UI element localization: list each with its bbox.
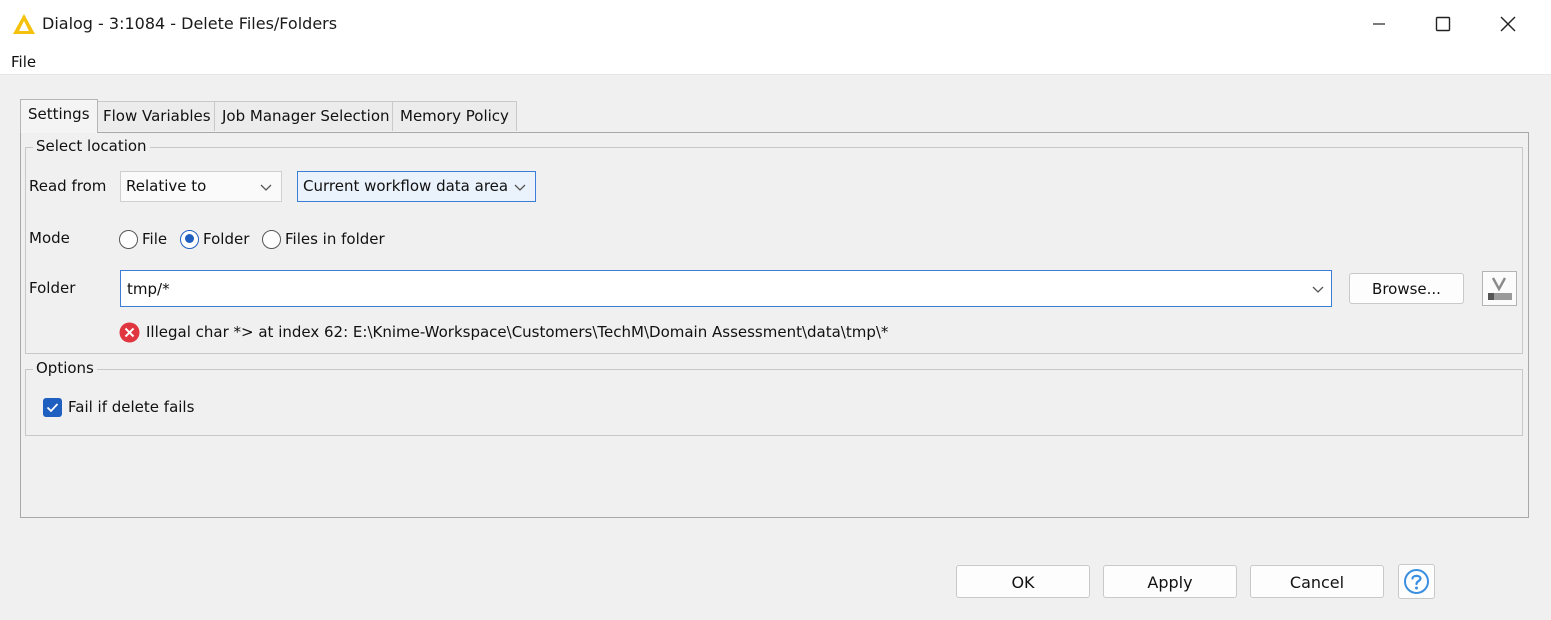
tab-settings[interactable]: Settings <box>20 99 98 133</box>
browse-button[interactable]: Browse... <box>1349 273 1464 304</box>
minimize-button[interactable] <box>1351 0 1407 48</box>
mode-radio-files-in-folder-label: Files in folder <box>285 230 385 248</box>
tab-memory-policy[interactable]: Memory Policy <box>392 101 517 131</box>
flow-variable-icon <box>1488 277 1512 300</box>
window-title: Dialog - 3:1084 - Delete Files/Folders <box>42 14 338 33</box>
read-from-select[interactable]: Relative to <box>120 171 282 202</box>
knime-warning-triangle-icon <box>13 14 35 34</box>
tab-job-manager-selection[interactable]: Job Manager Selection <box>214 101 398 131</box>
flow-variable-button[interactable] <box>1482 271 1517 306</box>
read-from-value: Relative to <box>126 177 207 195</box>
error-message: Illegal char *> at index 62: E:\Knime-Wo… <box>146 323 889 341</box>
relative-target-value: Current workflow data area <box>303 177 509 195</box>
title-bar[interactable]: Dialog - 3:1084 - Delete Files/Folders <box>0 0 1551 48</box>
chevron-down-icon <box>514 184 526 191</box>
minimize-icon <box>1373 23 1385 25</box>
question-mark-icon <box>1404 569 1429 594</box>
mode-radio-file[interactable]: File <box>119 229 167 249</box>
menu-file[interactable]: File <box>11 53 36 71</box>
radio-circle <box>262 229 281 249</box>
chevron-down-icon[interactable] <box>1312 284 1324 294</box>
close-button[interactable] <box>1480 0 1536 48</box>
checkmark-icon <box>46 403 59 413</box>
folder-path-combo[interactable] <box>120 270 1332 307</box>
mode-radio-file-label: File <box>142 230 168 248</box>
options-group: Options <box>25 358 1523 436</box>
menu-bar: File <box>0 48 1551 75</box>
select-location-title: Select location <box>33 136 150 156</box>
apply-button[interactable]: Apply <box>1103 565 1237 598</box>
folder-path-input[interactable] <box>121 271 1301 306</box>
tab-flow-variables[interactable]: Flow Variables <box>95 101 219 131</box>
fail-if-delete-fails-checkbox[interactable] <box>43 398 62 417</box>
maximize-button[interactable] <box>1415 0 1471 48</box>
read-from-label: Read from <box>29 177 107 195</box>
fail-if-delete-fails-label[interactable]: Fail if delete fails <box>68 398 194 416</box>
chevron-down-icon <box>260 184 272 191</box>
ok-button[interactable]: OK <box>956 565 1090 598</box>
relative-target-select[interactable]: Current workflow data area <box>297 171 536 202</box>
close-icon <box>1500 16 1516 32</box>
dialog-window: Dialog - 3:1084 - Delete Files/Folders F… <box>0 0 1551 620</box>
cancel-button[interactable]: Cancel <box>1250 565 1384 598</box>
options-title: Options <box>33 358 97 378</box>
folder-label: Folder <box>29 279 76 297</box>
radio-circle-selected <box>180 229 199 249</box>
help-button[interactable] <box>1398 564 1435 599</box>
radio-circle <box>119 229 138 249</box>
mode-label: Mode <box>29 229 70 247</box>
mode-radio-folder-label: Folder <box>203 230 250 248</box>
error-icon <box>119 322 140 343</box>
maximize-icon <box>1435 16 1451 32</box>
mode-radio-files-in-folder[interactable]: Files in folder <box>262 229 385 249</box>
mode-radio-folder[interactable]: Folder <box>180 229 249 249</box>
